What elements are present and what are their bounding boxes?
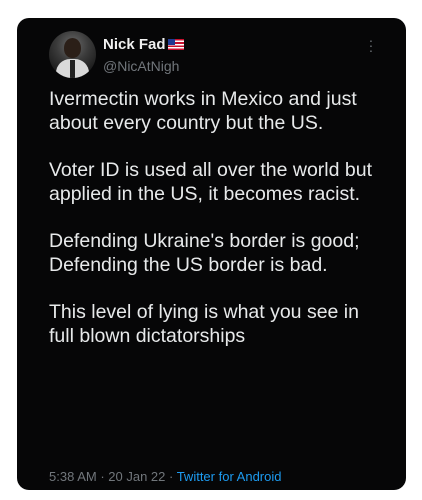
avatar-tie-shape xyxy=(70,60,75,78)
tweet-card: Nick Fad @NicAtNigh · · · Ivermectin works… xyxy=(17,18,406,490)
user-handle[interactable]: @NicAtNigh xyxy=(103,58,179,74)
avatar[interactable] xyxy=(49,31,96,78)
display-name-text: Nick Fad xyxy=(103,36,166,53)
tweet-meta: 5:38 AM · 20 Jan 22 · Twitter for Androi… xyxy=(49,469,281,484)
tweet-time[interactable]: 5:38 AM xyxy=(49,469,97,484)
display-name[interactable]: Nick Fad xyxy=(103,36,184,53)
more-vertical-icon[interactable]: · · · xyxy=(366,33,376,57)
tweet-paragraph: Defending Ukraine's border is good; Defe… xyxy=(49,230,360,276)
tweet-text: Ivermectin works in Mexico and just abou… xyxy=(49,87,389,348)
tweet-source-link[interactable]: Twitter for Android xyxy=(177,469,282,484)
meta-separator: · xyxy=(96,469,109,484)
tweet-paragraph: Ivermectin works in Mexico and just abou… xyxy=(49,88,357,134)
avatar-head-shape xyxy=(64,38,81,58)
tweet-paragraph: This level of lying is what you see in f… xyxy=(49,301,359,347)
tweet-paragraph: Voter ID is used all over the world but … xyxy=(49,159,372,205)
meta-separator: · xyxy=(165,469,177,484)
tweet-date[interactable]: 20 Jan 22 xyxy=(108,469,165,484)
us-flag-icon xyxy=(167,39,184,50)
